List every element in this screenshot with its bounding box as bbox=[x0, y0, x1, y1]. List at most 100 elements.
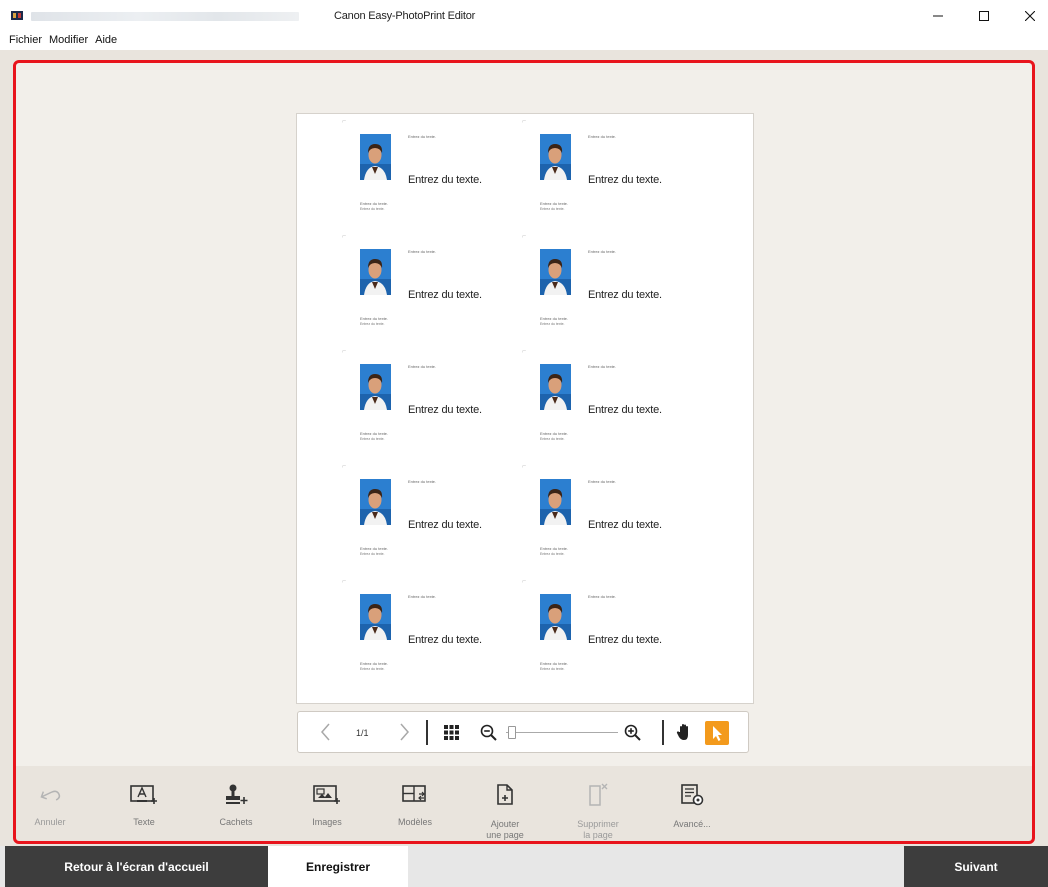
hand-icon[interactable] bbox=[676, 723, 693, 742]
portrait-photo[interactable] bbox=[360, 479, 391, 525]
card-main-text[interactable]: Entrez du texte. bbox=[588, 404, 662, 416]
images-tool[interactable]: Images bbox=[287, 783, 367, 828]
maximize-icon bbox=[979, 10, 989, 21]
card-line-1[interactable]: Entrez du texte. bbox=[360, 546, 388, 551]
card-main-text[interactable]: Entrez du texte. bbox=[588, 519, 662, 531]
advanced-tool[interactable]: Avancé... bbox=[652, 783, 732, 830]
portrait-photo[interactable] bbox=[360, 134, 391, 180]
minimize-icon bbox=[933, 15, 943, 16]
menu-edit[interactable]: Modifier bbox=[49, 34, 88, 46]
zoom-slider-handle[interactable] bbox=[508, 726, 516, 739]
window-path-blurred bbox=[31, 12, 299, 21]
card-line-2[interactable]: Entrez du texte. bbox=[360, 207, 385, 211]
card-line-2[interactable]: Entrez du texte. bbox=[360, 322, 385, 326]
card-main-text[interactable]: Entrez du texte. bbox=[408, 634, 482, 646]
portrait-photo[interactable] bbox=[540, 479, 571, 525]
delete-page-tool[interactable]: Supprimer la page bbox=[558, 783, 638, 841]
card-small-text[interactable]: Entrez du texte. bbox=[408, 479, 436, 484]
portrait-photo[interactable] bbox=[360, 249, 391, 295]
card-small-text[interactable]: Entrez du texte. bbox=[588, 134, 616, 139]
tool-label-line2: la page bbox=[583, 830, 613, 840]
portrait-photo[interactable] bbox=[360, 364, 391, 410]
crop-mark: ⌐ bbox=[342, 463, 347, 470]
card-line-1[interactable]: Entrez du texte. bbox=[540, 546, 568, 551]
back-to-home-button[interactable]: Retour à l'écran d'accueil bbox=[5, 846, 268, 887]
card-line-1[interactable]: Entrez du texte. bbox=[360, 431, 388, 436]
zoom-in-icon[interactable] bbox=[624, 724, 641, 741]
text-icon bbox=[130, 785, 157, 804]
text-tool[interactable]: Texte bbox=[104, 783, 184, 828]
card-main-text[interactable]: Entrez du texte. bbox=[588, 634, 662, 646]
card-main-text[interactable]: Entrez du texte. bbox=[408, 519, 482, 531]
card-line-1[interactable]: Entrez du texte. bbox=[360, 316, 388, 321]
card-line-2[interactable]: Entrez du texte. bbox=[540, 437, 565, 441]
card-slot: ⌐ Entrez du texte. Entrez du texte. Entrez … bbox=[297, 574, 482, 674]
grid-view-icon[interactable] bbox=[444, 725, 459, 740]
card-line-1[interactable]: Entrez du texte. bbox=[540, 661, 568, 666]
card-line-2[interactable]: Entrez du texte. bbox=[360, 552, 385, 556]
app-logo-icon bbox=[11, 11, 23, 20]
pointer-tool-button[interactable] bbox=[705, 721, 729, 745]
navigation-toolbar: 1/1 bbox=[297, 711, 749, 753]
undo-tool[interactable]: Annuler bbox=[10, 783, 90, 828]
undo-icon bbox=[40, 790, 61, 801]
card-small-text[interactable]: Entrez du texte. bbox=[408, 364, 436, 369]
card-main-text[interactable]: Entrez du texte. bbox=[588, 174, 662, 186]
zoom-slider-track[interactable] bbox=[506, 732, 618, 733]
card-main-text[interactable]: Entrez du texte. bbox=[408, 404, 482, 416]
crop-mark: ⌐ bbox=[522, 578, 527, 585]
card-small-text[interactable]: Entrez du texte. bbox=[588, 364, 616, 369]
card-line-1[interactable]: Entrez du texte. bbox=[360, 661, 388, 666]
card-line-2[interactable]: Entrez du texte. bbox=[360, 437, 385, 441]
card-line-2[interactable]: Entrez du texte. bbox=[540, 322, 565, 326]
card-small-text[interactable]: Entrez du texte. bbox=[588, 594, 616, 599]
portrait-photo[interactable] bbox=[360, 594, 391, 640]
portrait-photo[interactable] bbox=[540, 134, 571, 180]
zoom-out-icon[interactable] bbox=[480, 724, 497, 741]
title-bar: Canon Easy-PhotoPrint Editor bbox=[0, 0, 1048, 31]
portrait-photo[interactable] bbox=[540, 594, 571, 640]
next-button[interactable]: Suivant bbox=[904, 846, 1048, 887]
card-slot: ⌐ Entrez du texte. Entrez du texte. Entrez … bbox=[297, 229, 482, 329]
tool-label: Modèles bbox=[397, 817, 433, 827]
card-line-2[interactable]: Entrez du texte. bbox=[540, 207, 565, 211]
card-small-text[interactable]: Entrez du texte. bbox=[408, 594, 436, 599]
menu-help[interactable]: Aide bbox=[95, 34, 117, 46]
card-slot: ⌐ Entrez du texte. Entrez du texte. Entrez … bbox=[477, 229, 662, 329]
crop-mark: ⌐ bbox=[342, 233, 347, 240]
card-line-1[interactable]: Entrez du texte. bbox=[540, 316, 568, 321]
portrait-photo[interactable] bbox=[540, 364, 571, 410]
card-small-text[interactable]: Entrez du texte. bbox=[588, 479, 616, 484]
menu-file[interactable]: Fichier bbox=[9, 34, 42, 46]
add-page-tool[interactable]: Ajouter une page bbox=[465, 783, 545, 841]
crop-mark: ⌐ bbox=[342, 348, 347, 355]
card-main-text[interactable]: Entrez du texte. bbox=[408, 174, 482, 186]
save-button[interactable]: Enregistrer bbox=[268, 846, 408, 887]
card-small-text[interactable]: Entrez du texte. bbox=[408, 249, 436, 254]
print-page[interactable]: ⌐ Entrez du texte. Entrez du texte. Entrez … bbox=[296, 113, 754, 704]
window-title: Canon Easy-PhotoPrint Editor bbox=[334, 10, 476, 22]
card-small-text[interactable]: Entrez du texte. bbox=[408, 134, 436, 139]
card-main-text[interactable]: Entrez du texte. bbox=[588, 289, 662, 301]
crop-mark: ⌐ bbox=[342, 118, 347, 125]
card-line-2[interactable]: Entrez du texte. bbox=[540, 552, 565, 556]
stamps-tool[interactable]: Cachets bbox=[196, 783, 276, 828]
chevron-left-icon[interactable] bbox=[318, 722, 334, 742]
tool-label-line2: une page bbox=[486, 830, 524, 840]
card-line-1[interactable]: Entrez du texte. bbox=[540, 201, 568, 206]
page-indicator: 1/1 bbox=[356, 728, 369, 738]
tool-label: Avancé... bbox=[673, 819, 711, 829]
chevron-right-icon[interactable] bbox=[396, 722, 412, 742]
portrait-photo[interactable] bbox=[540, 249, 571, 295]
minimize-button[interactable] bbox=[915, 0, 961, 31]
card-main-text[interactable]: Entrez du texte. bbox=[408, 289, 482, 301]
card-line-2[interactable]: Entrez du texte. bbox=[360, 667, 385, 671]
maximize-button[interactable] bbox=[961, 0, 1007, 31]
crop-mark: ⌐ bbox=[522, 348, 527, 355]
templates-tool[interactable]: Modèles bbox=[375, 783, 455, 828]
card-line-1[interactable]: Entrez du texte. bbox=[360, 201, 388, 206]
card-small-text[interactable]: Entrez du texte. bbox=[588, 249, 616, 254]
card-line-2[interactable]: Entrez du texte. bbox=[540, 667, 565, 671]
card-line-1[interactable]: Entrez du texte. bbox=[540, 431, 568, 436]
close-button[interactable] bbox=[1007, 0, 1048, 31]
